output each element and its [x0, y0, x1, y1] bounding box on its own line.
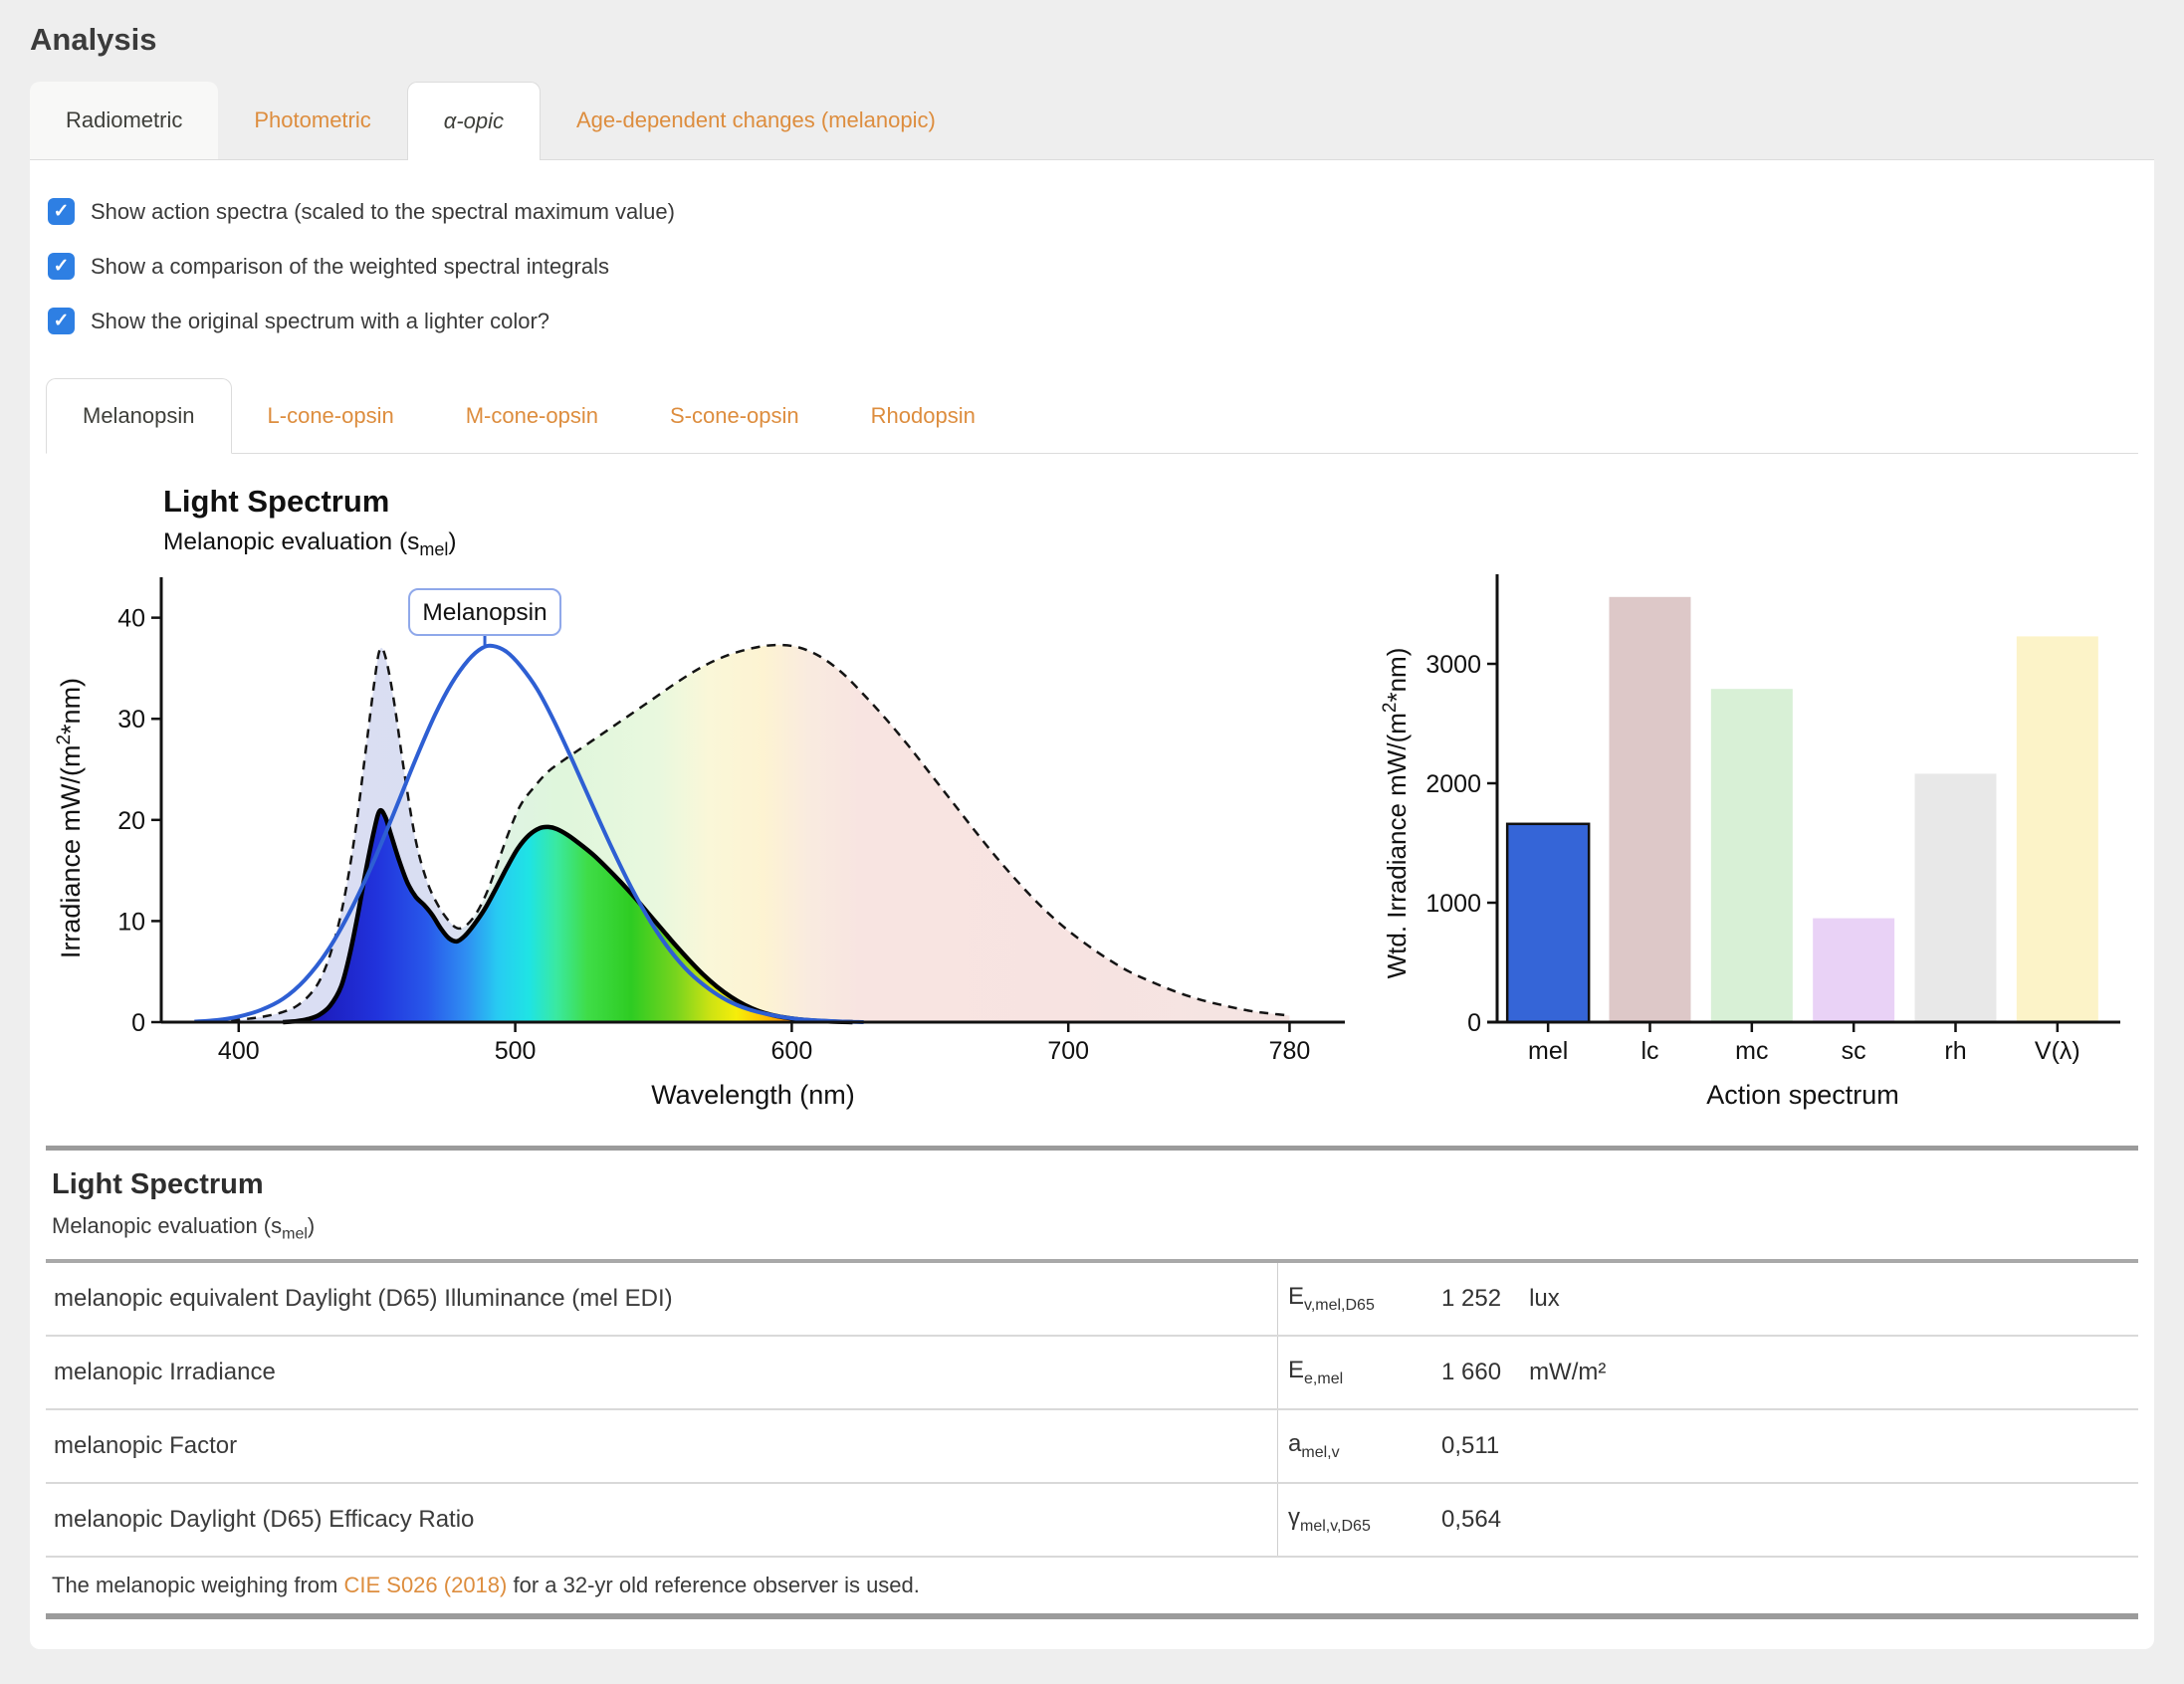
- results-table-title: Light Spectrum: [52, 1168, 2132, 1201]
- metric-value: 1 660mW/m²: [1441, 1339, 2138, 1406]
- table-row: melanopic equivalent Daylight (D65) Illu…: [46, 1263, 2138, 1337]
- metric-label: melanopic Daylight (D65) Efficacy Ratio: [46, 1486, 1277, 1554]
- svg-text:rh: rh: [1944, 1037, 1966, 1065]
- svg-text:Melanopsin: Melanopsin: [422, 599, 546, 626]
- charts-row: Light Spectrum Melanopic evaluation (smel…: [46, 470, 2138, 1112]
- bar-sc: [1813, 919, 1894, 1022]
- checkbox-row-original-spectrum: ✓ Show the original spectrum with a ligh…: [48, 308, 2136, 334]
- svg-text:lc: lc: [1640, 1037, 1658, 1065]
- metric-symbol: γmel,v,D65: [1277, 1484, 1441, 1556]
- svg-text:500: 500: [495, 1037, 537, 1065]
- checkmark-icon: ✓: [54, 312, 70, 330]
- svg-text:10: 10: [117, 908, 145, 936]
- page-title: Analysis: [30, 22, 2154, 58]
- svg-text:sc: sc: [1842, 1037, 1866, 1065]
- subtab-rhodopsin[interactable]: Rhodopsin: [835, 378, 1011, 453]
- metric-value: 0,564: [1441, 1486, 2138, 1554]
- metric-label: melanopic Factor: [46, 1412, 1277, 1480]
- checkbox-show-action-spectra[interactable]: ✓: [48, 198, 75, 225]
- svg-text:20: 20: [117, 807, 145, 835]
- table-footnote: The melanopic weighing from CIE S026 (20…: [46, 1558, 2138, 1613]
- svg-text:Wavelength (nm): Wavelength (nm): [651, 1080, 855, 1110]
- tab-age-dependent-changes[interactable]: Age-dependent changes (melanopic): [541, 82, 972, 159]
- subtab-l-cone-opsin[interactable]: L-cone-opsin: [232, 378, 430, 453]
- svg-text:V(λ): V(λ): [2035, 1037, 2080, 1065]
- metric-symbol: Ee,mel: [1277, 1337, 1441, 1408]
- bar-V(λ): [2017, 636, 2098, 1022]
- results-table-subtitle: Melanopic evaluation (smel): [52, 1213, 2132, 1243]
- spectrum-chart: Light Spectrum Melanopic evaluation (smel…: [46, 470, 1370, 1112]
- checkbox-show-comparison[interactable]: ✓: [48, 253, 75, 280]
- page: Analysis Radiometric Photometric α-opic …: [0, 0, 2184, 1649]
- metric-symbol: Ev,mel,D65: [1277, 1263, 1441, 1335]
- metric-unit: mW/m²: [1529, 1359, 1606, 1386]
- metric-symbol: amel,v: [1277, 1410, 1441, 1482]
- checkbox-label: Show the original spectrum with a lighte…: [91, 309, 549, 334]
- svg-text:2000: 2000: [1425, 770, 1481, 798]
- photopigment-tab-bar: Melanopsin L-cone-opsin M-cone-opsin S-c…: [46, 378, 2138, 454]
- main-tab-bar: Radiometric Photometric α-opic Age-depen…: [30, 82, 2154, 160]
- bar-mc: [1711, 689, 1793, 1022]
- checkbox-row-action-spectra: ✓ Show action spectra (scaled to the spe…: [48, 198, 2136, 225]
- results-table: Light Spectrum Melanopic evaluation (sme…: [46, 1146, 2138, 1619]
- checkbox-label: Show action spectra (scaled to the spect…: [91, 199, 675, 225]
- svg-text:40: 40: [117, 605, 145, 633]
- svg-text:Light Spectrum: Light Spectrum: [163, 484, 389, 519]
- tab-photometric[interactable]: Photometric: [218, 82, 406, 159]
- bar-lc: [1610, 597, 1691, 1022]
- checkbox-label: Show a comparison of the weighted spectr…: [91, 254, 609, 280]
- bar-rh: [1915, 773, 1997, 1022]
- cie-s026-link[interactable]: CIE S026 (2018): [343, 1573, 507, 1597]
- svg-text:0: 0: [1467, 1009, 1481, 1037]
- svg-text:780: 780: [1269, 1037, 1311, 1065]
- checkmark-icon: ✓: [54, 257, 70, 276]
- svg-text:600: 600: [771, 1037, 813, 1065]
- table-row: melanopic Factor amel,v 0,511: [46, 1410, 2138, 1484]
- svg-text:30: 30: [117, 706, 145, 734]
- table-row: melanopic Irradiance Ee,mel 1 660mW/m²: [46, 1337, 2138, 1410]
- svg-text:3000: 3000: [1425, 651, 1481, 679]
- tab-radiometric[interactable]: Radiometric: [30, 82, 218, 159]
- table-row: melanopic Daylight (D65) Efficacy Ratio …: [46, 1484, 2138, 1558]
- checkbox-show-original-spectrum[interactable]: ✓: [48, 308, 75, 334]
- svg-text:Action spectrum: Action spectrum: [1706, 1080, 1899, 1110]
- subtab-m-cone-opsin[interactable]: M-cone-opsin: [430, 378, 634, 453]
- results-table-header: Light Spectrum Melanopic evaluation (sme…: [46, 1151, 2138, 1263]
- svg-text:1000: 1000: [1425, 890, 1481, 918]
- svg-text:400: 400: [218, 1037, 260, 1065]
- weighted-irradiance-bar-chart: mel lc mc sc rh V(λ) 0 1000 2000 3000 Action spect…: [1370, 470, 2138, 1112]
- metric-value: 1 252lux: [1441, 1265, 2138, 1333]
- bar-mel: [1507, 824, 1589, 1022]
- tab-content-card: ✓ Show action spectra (scaled to the spe…: [30, 160, 2154, 1649]
- subtab-melanopsin[interactable]: Melanopsin: [46, 378, 232, 454]
- svg-text:mel: mel: [1528, 1037, 1568, 1065]
- svg-text:Irradiance mW/(m2*nm): Irradiance mW/(m2*nm): [54, 678, 86, 958]
- svg-text:Wtd. Irradiance mW/(m2*nm): Wtd. Irradiance mW/(m2*nm): [1380, 648, 1412, 979]
- metric-value: 0,511: [1441, 1412, 2138, 1480]
- svg-text:Melanopic evaluation (smel): Melanopic evaluation (smel): [163, 528, 457, 559]
- subtab-s-cone-opsin[interactable]: S-cone-opsin: [634, 378, 835, 453]
- metric-label: melanopic equivalent Daylight (D65) Illu…: [46, 1265, 1277, 1333]
- svg-text:mc: mc: [1735, 1037, 1768, 1065]
- checkbox-row-comparison: ✓ Show a comparison of the weighted spec…: [48, 253, 2136, 280]
- metric-label: melanopic Irradiance: [46, 1339, 1277, 1406]
- tab-alpha-opic[interactable]: α-opic: [407, 82, 541, 160]
- svg-text:0: 0: [131, 1009, 145, 1037]
- svg-text:700: 700: [1047, 1037, 1089, 1065]
- metric-unit: lux: [1529, 1285, 1560, 1313]
- checkmark-icon: ✓: [54, 202, 70, 221]
